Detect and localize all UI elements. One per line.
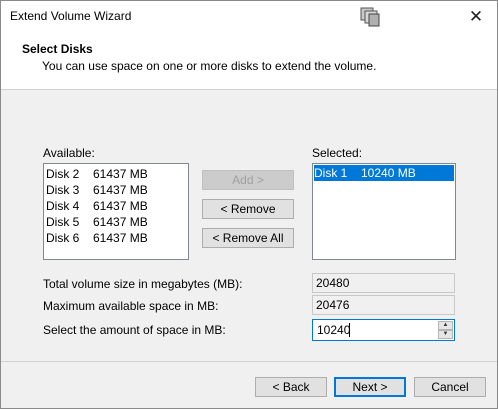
footer-divider [1,361,497,362]
close-button[interactable]: ✕ [455,1,497,32]
selected-label: Selected: [312,146,363,160]
max-space-value: 20476 [312,295,455,315]
title-bar[interactable]: Extend Volume Wizard ✕ [1,1,497,32]
amount-input[interactable] [315,322,439,338]
wizard-header: Select Disks You can use space on one or… [1,32,497,90]
wizard-window: Extend Volume Wizard ✕ Select Disks You … [0,0,498,409]
spin-down-icon[interactable]: ▼ [438,330,453,339]
total-size-value: 20480 [312,273,455,293]
selected-disks-list[interactable]: Disk 1 10240 MB [312,163,456,260]
available-disks-list[interactable]: Disk 2 61437 MB Disk 3 61437 MB Disk 4 6143… [43,163,189,260]
list-item-disk-3[interactable]: Disk 3 61437 MB [46,182,148,198]
list-item-disk-5[interactable]: Disk 5 61437 MB [46,214,148,230]
text-caret [349,323,350,337]
page-title: Select Disks [22,42,93,56]
amount-stepper[interactable]: ▲ ▼ [312,319,455,341]
list-item-disk-1[interactable]: Disk 1 10240 MB [314,165,454,181]
total-size-label: Total volume size in megabytes (MB): [43,277,243,291]
spin-up-icon[interactable]: ▲ [438,321,453,330]
max-space-label: Maximum available space in MB: [43,299,219,313]
cancel-button[interactable]: Cancel [414,377,486,397]
list-item-disk-2[interactable]: Disk 2 61437 MB [46,166,148,182]
wizard-disk-icon [359,6,381,28]
remove-button[interactable]: < Remove [202,199,294,219]
amount-label: Select the amount of space in MB: [43,323,226,337]
next-button[interactable]: Next > [334,377,406,397]
remove-all-button[interactable]: < Remove All [202,228,294,248]
add-button[interactable]: Add > [202,170,294,190]
back-button[interactable]: < Back [255,377,327,397]
list-item-disk-6[interactable]: Disk 6 61437 MB [46,230,148,246]
window-title: Extend Volume Wizard [10,9,132,23]
available-label: Available: [43,146,95,160]
list-item-disk-4[interactable]: Disk 4 61437 MB [46,198,148,214]
spin-buttons: ▲ ▼ [438,321,453,339]
page-subtitle: You can use space on one or more disks t… [42,59,377,73]
